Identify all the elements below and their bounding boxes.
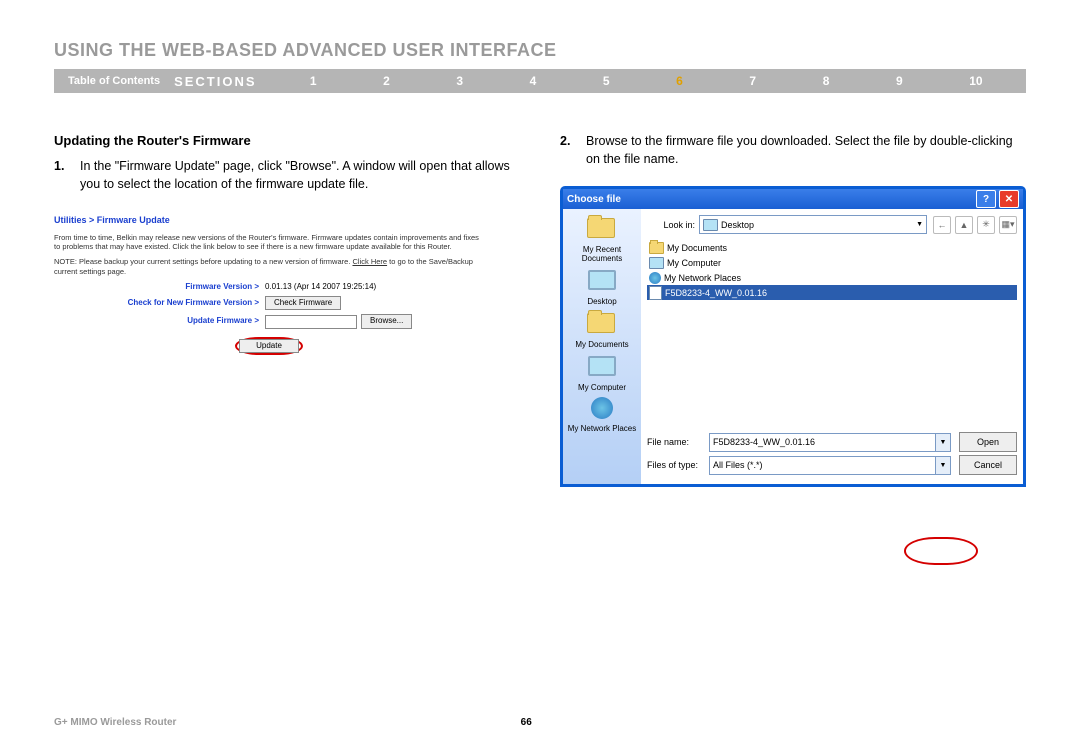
help-icon[interactable]: ? [976, 190, 996, 208]
click-here-link[interactable]: Click Here [352, 257, 387, 266]
filename-value: F5D8233-4_WW_0.01.16 [713, 437, 815, 447]
step-2-number: 2. [560, 133, 586, 168]
step-2-text: Browse to the firmware file you download… [586, 133, 1026, 168]
file-icon [649, 286, 662, 300]
update-button[interactable]: Update [239, 339, 299, 353]
sidebar-documents[interactable]: My Documents [575, 309, 628, 349]
file-list[interactable]: My Documents My Computer My Network Plac… [647, 238, 1017, 302]
nav-item-4[interactable]: 4 [530, 74, 537, 88]
list-item: My Computer [647, 255, 1017, 270]
footer-product: G+ MIMO Wireless Router [54, 717, 176, 728]
sidebar-desktop-label: Desktop [587, 297, 616, 306]
list-item-selected: F5D8233-4_WW_0.01.16 [647, 285, 1017, 300]
close-icon[interactable]: ✕ [999, 190, 1019, 208]
page-title: USING THE WEB-BASED ADVANCED USER INTERF… [54, 40, 1026, 61]
lookin-value: Desktop [721, 220, 754, 230]
firmware-version-value: 0.01.13 (Apr 14 2007 19:25:14) [265, 282, 376, 292]
note-prefix: NOTE: Please backup your current setting… [54, 257, 352, 266]
nav-item-3[interactable]: 3 [456, 74, 463, 88]
filetype-label: Files of type: [647, 460, 709, 470]
step-1-number: 1. [54, 158, 80, 193]
check-firmware-button[interactable]: Check Firmware [265, 296, 341, 310]
filetype-value: All Files (*.*) [713, 460, 763, 470]
sidebar-recent[interactable]: My Recent Documents [563, 214, 641, 263]
up-icon[interactable]: ▲ [955, 216, 973, 234]
open-button[interactable]: Open [959, 432, 1017, 452]
dialog-title: Choose file [567, 194, 621, 205]
page-number: 66 [521, 717, 532, 728]
check-firmware-label: Check for New Firmware Version > [54, 298, 265, 308]
nav-item-9[interactable]: 9 [896, 74, 903, 88]
back-icon[interactable]: ← [933, 216, 951, 234]
nav-item-8[interactable]: 8 [823, 74, 830, 88]
chevron-down-icon[interactable]: ▼ [935, 434, 950, 451]
firmware-update-panel: Utilities > Firmware Update From time to… [54, 215, 484, 355]
list-item: My Network Places [647, 270, 1017, 285]
lookin-label: Look in: [647, 220, 699, 230]
sidebar-computer-label: My Computer [578, 383, 626, 392]
choose-file-dialog: Choose file ? ✕ My Recent Documents Desk… [560, 186, 1026, 487]
lookin-select[interactable]: Desktop ▼ [699, 215, 927, 234]
section-nav: Table of Contents SECTIONS 1 2 3 4 5 6 7… [54, 69, 1026, 93]
browse-button[interactable]: Browse... [361, 314, 412, 328]
update-firmware-label: Update Firmware > [54, 316, 265, 326]
filename-input[interactable]: F5D8233-4_WW_0.01.16 ▼ [709, 433, 951, 452]
folder-icon [649, 242, 664, 254]
nav-item-7[interactable]: 7 [749, 74, 756, 88]
list-item: My Documents [647, 240, 1017, 255]
toc-link[interactable]: Table of Contents [54, 75, 174, 87]
firmware-note-text: NOTE: Please backup your current setting… [54, 257, 484, 277]
sidebar-network[interactable]: My Network Places [568, 395, 636, 433]
sidebar-computer[interactable]: My Computer [578, 352, 626, 392]
nav-item-6[interactable]: 6 [676, 74, 683, 88]
sidebar-documents-label: My Documents [575, 340, 628, 349]
firmware-version-label: Firmware Version > [54, 282, 265, 292]
section-subheading: Updating the Router's Firmware [54, 133, 520, 148]
nav-item-5[interactable]: 5 [603, 74, 610, 88]
sidebar-network-label: My Network Places [568, 424, 636, 433]
sections-label: SECTIONS [174, 74, 266, 89]
nav-item-1[interactable]: 1 [310, 74, 317, 88]
step-1-text: In the "Firmware Update" page, click "Br… [80, 158, 520, 193]
chevron-down-icon[interactable]: ▼ [935, 457, 950, 474]
new-folder-icon[interactable]: ✳ [977, 216, 995, 234]
firmware-path-input[interactable] [265, 315, 357, 329]
nav-item-10[interactable]: 10 [969, 74, 982, 88]
filename-label: File name: [647, 437, 709, 447]
cancel-button[interactable]: Cancel [959, 455, 1017, 475]
desktop-icon [703, 219, 718, 231]
nav-item-2[interactable]: 2 [383, 74, 390, 88]
highlight-ellipse [904, 537, 978, 565]
filetype-select[interactable]: All Files (*.*) ▼ [709, 456, 951, 475]
firmware-intro-text: From time to time, Belkin may release ne… [54, 233, 484, 253]
computer-icon [649, 257, 664, 269]
sidebar-desktop[interactable]: Desktop [587, 266, 617, 306]
sidebar-recent-label: My Recent Documents [582, 245, 622, 263]
breadcrumb: Utilities > Firmware Update [54, 215, 484, 227]
network-icon [649, 272, 661, 284]
view-menu-icon[interactable]: ▦▾ [999, 216, 1017, 234]
